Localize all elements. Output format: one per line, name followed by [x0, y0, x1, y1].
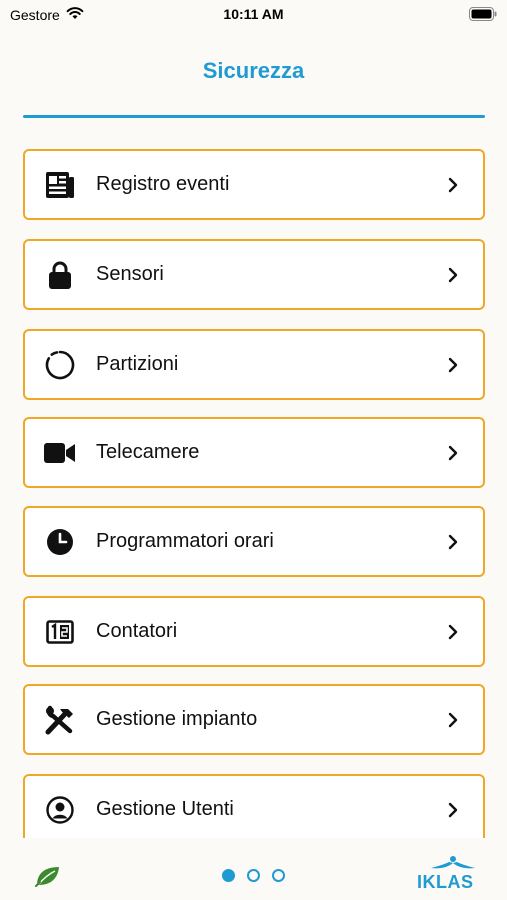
page-dot-2[interactable] — [247, 869, 260, 882]
clock-icon — [43, 525, 77, 559]
leaf-icon[interactable] — [34, 864, 62, 893]
chevron-right-icon — [445, 267, 461, 283]
status-bar: Gestore 10:11 AM — [0, 0, 507, 30]
menu-item-partizioni[interactable]: Partizioni — [23, 329, 485, 400]
chevron-right-icon — [445, 445, 461, 461]
video-camera-icon — [43, 436, 77, 470]
menu-label: Partizioni — [96, 353, 179, 375]
chevron-right-icon — [445, 177, 461, 193]
chevron-right-icon — [445, 712, 461, 728]
page-title: Sicurezza — [202, 58, 305, 83]
user-circle-icon — [43, 793, 77, 827]
menu-list[interactable]: Registro eventi Sensori Partizioni Telec… — [23, 149, 485, 839]
menu-label: Registro eventi — [96, 173, 230, 195]
title-divider — [23, 115, 485, 118]
menu-item-gestione-utenti[interactable]: Gestione Utenti — [23, 774, 485, 839]
menu-item-telecamere[interactable]: Telecamere — [23, 417, 485, 488]
menu-label: Sensori — [96, 263, 164, 285]
page-indicator[interactable] — [222, 869, 285, 882]
chevron-right-icon — [445, 624, 461, 640]
menu-label: Gestione Utenti — [96, 798, 234, 820]
page-dot-3[interactable] — [272, 869, 285, 882]
chevron-right-icon — [445, 534, 461, 550]
menu-item-gestione-impianto[interactable]: Gestione impianto — [23, 684, 485, 755]
page-dot-1[interactable] — [222, 869, 235, 882]
chevron-right-icon — [445, 357, 461, 373]
menu-item-contatori[interactable]: Contatori — [23, 596, 485, 667]
menu-item-programmatori-orari[interactable]: Programmatori orari — [23, 506, 485, 577]
tools-icon — [43, 703, 77, 737]
lock-icon — [43, 258, 77, 292]
bottom-bar: IKLAS — [0, 838, 507, 900]
battery-icon — [469, 7, 497, 24]
partition-ring-icon — [43, 348, 77, 382]
counter-icon — [43, 615, 77, 649]
status-time: 10:11 AM — [223, 6, 284, 22]
chevron-right-icon — [445, 802, 461, 818]
brand-name: IKLAS — [417, 872, 474, 892]
menu-label: Contatori — [96, 620, 178, 642]
menu-item-sensori[interactable]: Sensori — [23, 239, 485, 310]
menu-label: Programmatori orari — [96, 530, 274, 552]
menu-label: Telecamere — [96, 441, 200, 463]
newspaper-icon — [43, 168, 77, 202]
brand-logo: IKLAS — [413, 854, 493, 894]
menu-item-registro-eventi[interactable]: Registro eventi — [23, 149, 485, 220]
menu-label: Gestione impianto — [96, 708, 258, 730]
